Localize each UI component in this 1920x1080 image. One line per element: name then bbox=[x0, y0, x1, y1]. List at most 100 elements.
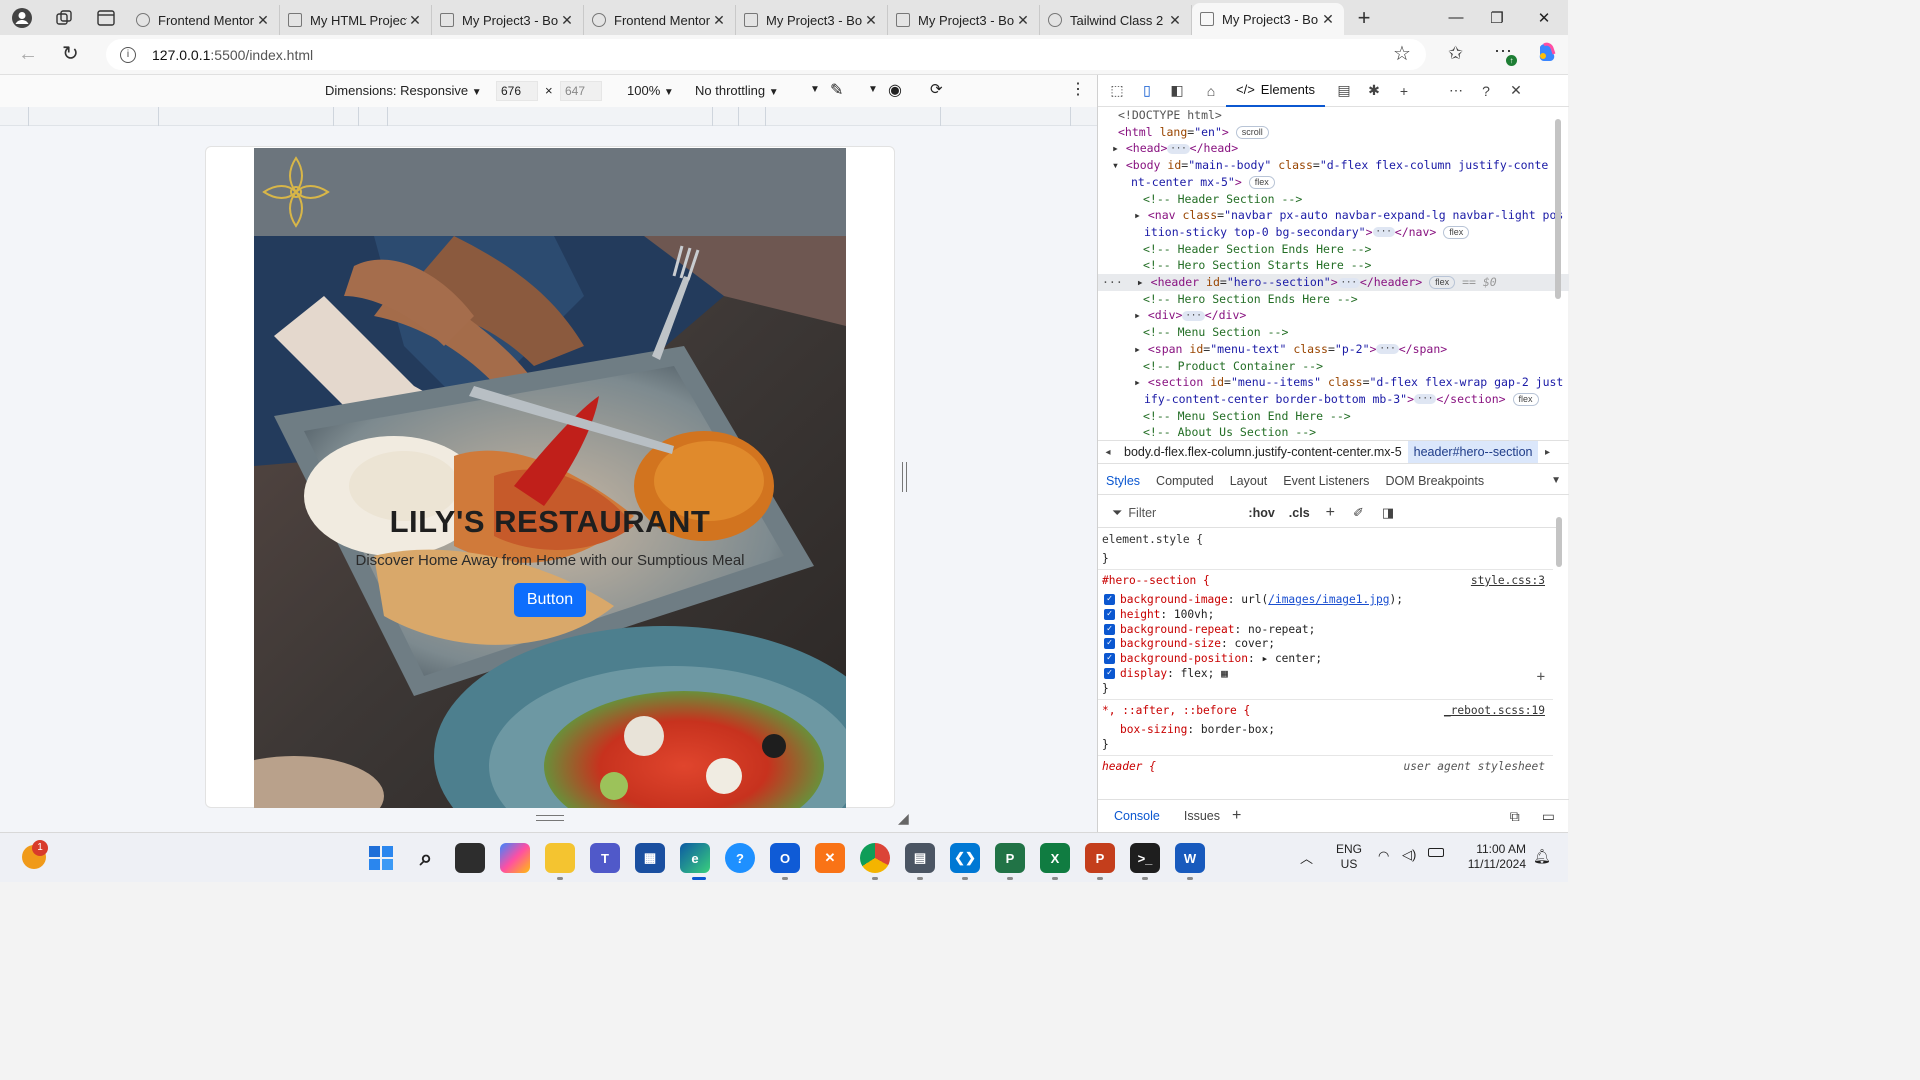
favorites-icon[interactable]: ✩ bbox=[1448, 43, 1463, 64]
close-devtools-icon[interactable]: ✕ bbox=[1501, 75, 1531, 107]
sidebar-toggle-icon[interactable]: ◨ bbox=[1382, 505, 1394, 521]
excel-icon[interactable]: X bbox=[1040, 843, 1070, 873]
powerpoint-icon[interactable]: P bbox=[1085, 843, 1115, 873]
dom-comment[interactable]: <!-- About Us Section --> bbox=[1098, 424, 1569, 439]
styles-scrollbar[interactable] bbox=[1554, 503, 1564, 795]
declaration-checkbox[interactable]: ✓ bbox=[1104, 653, 1115, 665]
workspaces-icon[interactable] bbox=[48, 0, 80, 35]
declaration-checkbox[interactable]: ✓ bbox=[1104, 608, 1115, 620]
breadcrumb-body[interactable]: body.d-flex.flex-column.justify-content-… bbox=[1118, 445, 1408, 459]
declaration[interactable]: ✓ display: flex; ▦ bbox=[1102, 667, 1549, 682]
url-field[interactable]: i 127.0.0.1:5500/index.html bbox=[106, 39, 1426, 70]
favorite-star-icon[interactable]: ☆ bbox=[1393, 41, 1411, 66]
declaration[interactable]: ✓ background-position: ▸ center; bbox=[1102, 652, 1549, 667]
add-declaration-icon[interactable]: + bbox=[1537, 669, 1545, 685]
profile-icon[interactable] bbox=[6, 0, 38, 35]
word-icon[interactable]: W bbox=[1175, 843, 1205, 873]
help-icon[interactable]: ? bbox=[1471, 75, 1501, 107]
tab-close-icon[interactable]: ✕ bbox=[255, 12, 271, 29]
resize-handle-right[interactable] bbox=[902, 462, 907, 492]
dom-comment[interactable]: <!-- Header Section Ends Here --> bbox=[1098, 241, 1569, 258]
tab-close-icon[interactable]: ✕ bbox=[863, 12, 879, 29]
xampp-icon[interactable]: ✕ bbox=[815, 843, 845, 873]
subtab-more-icon[interactable]: ▼ bbox=[1543, 475, 1569, 486]
declaration-checkbox[interactable]: ✓ bbox=[1104, 638, 1115, 650]
file-explorer-icon[interactable] bbox=[545, 843, 575, 873]
resize-handle-bottom[interactable] bbox=[536, 815, 564, 821]
site-info-icon[interactable]: i bbox=[120, 46, 136, 63]
subtab-dom-breakpoints[interactable]: DOM Breakpoints bbox=[1377, 474, 1492, 488]
dimensions-dropdown[interactable]: Dimensions: Responsive ▼ bbox=[325, 83, 482, 98]
subtab-layout[interactable]: Layout bbox=[1222, 474, 1276, 488]
throttling-dropdown[interactable]: No throttling ▼ bbox=[695, 83, 779, 98]
declaration-checkbox[interactable]: ✓ bbox=[1104, 623, 1115, 635]
subtab-styles[interactable]: Styles bbox=[1098, 474, 1148, 488]
language-indicator[interactable]: ENG US bbox=[1336, 842, 1362, 872]
tab-close-icon[interactable]: ✕ bbox=[1015, 12, 1031, 29]
tab-close-icon[interactable]: ✕ bbox=[711, 12, 727, 29]
vision-caret-icon[interactable]: ▼ bbox=[868, 84, 878, 95]
flex-badge[interactable]: flex bbox=[1429, 276, 1456, 290]
dock-side-icon[interactable]: ◧ bbox=[1162, 75, 1192, 107]
ellipsis-icon[interactable]: ··· bbox=[1372, 227, 1395, 238]
back-icon[interactable]: ← bbox=[18, 43, 38, 66]
image-url-link[interactable]: /images/image1.jpg bbox=[1268, 593, 1389, 606]
flex-editor-icon[interactable]: ▦ bbox=[1214, 667, 1228, 680]
rule-hero-section[interactable]: #hero--section { style.css:3 ✓ background… bbox=[1098, 570, 1553, 700]
dom-span[interactable]: ▸ <span id="menu-text" class="p-2"> ··· </… bbox=[1098, 341, 1569, 358]
media-query-ruler[interactable] bbox=[0, 107, 1097, 126]
clock[interactable]: 11:00 AM 11/11/2024 bbox=[1460, 842, 1526, 872]
devtools-more-icon[interactable]: ⋯ bbox=[1441, 75, 1471, 107]
new-rule-icon[interactable]: + bbox=[1326, 504, 1335, 522]
declaration-checkbox[interactable]: ✓ bbox=[1104, 594, 1115, 605]
dom-comment[interactable]: <!-- Product Container --> bbox=[1098, 358, 1569, 375]
outlook-icon[interactable]: O bbox=[770, 843, 800, 873]
project-icon[interactable]: P bbox=[995, 843, 1025, 873]
eyedropper-icon[interactable]: ✎ bbox=[830, 80, 843, 100]
flex-badge[interactable]: flex bbox=[1512, 392, 1539, 406]
source-link[interactable]: _reboot.scss:19 bbox=[1444, 704, 1545, 717]
cls-button[interactable]: .cls bbox=[1289, 506, 1310, 520]
crumb-left-icon[interactable]: ◂ bbox=[1098, 447, 1118, 458]
dom-comment[interactable]: <!-- Menu Section End Here --> bbox=[1098, 408, 1569, 425]
ellipsis-icon[interactable]: ··· bbox=[1182, 310, 1205, 321]
device-emulation-icon[interactable]: ▯ bbox=[1132, 75, 1162, 107]
breadcrumb-header[interactable]: header#hero--section bbox=[1407, 441, 1539, 463]
ellipsis-icon[interactable]: ··· bbox=[1376, 344, 1399, 355]
ellipsis-icon[interactable]: ··· bbox=[1167, 143, 1190, 154]
browser-tab[interactable]: My Project3 - Bo ✕ bbox=[432, 5, 584, 35]
tab-close-icon[interactable]: ✕ bbox=[559, 12, 575, 29]
drawer-console-tab[interactable]: Console bbox=[1098, 809, 1172, 823]
dom-body[interactable]: ▾ <body id="main--body" class="d-flex fl… bbox=[1098, 157, 1569, 174]
volume-icon[interactable]: ◁) bbox=[1402, 847, 1416, 863]
row-actions-icon[interactable]: ··· bbox=[1102, 275, 1123, 289]
resize-handle-corner[interactable]: ◢ bbox=[898, 810, 909, 827]
tab-elements[interactable]: </> Elements bbox=[1226, 75, 1325, 107]
width-input[interactable]: 676 bbox=[496, 81, 538, 101]
browser-tab[interactable]: My Project3 - Bo ✕ bbox=[1192, 3, 1344, 35]
hov-button[interactable]: :hov bbox=[1248, 506, 1274, 520]
declaration[interactable]: box-sizing: border-box; bbox=[1102, 723, 1549, 738]
help-app-icon[interactable]: ? bbox=[725, 843, 755, 873]
edge-icon[interactable]: e bbox=[680, 843, 710, 873]
drawer-add-icon[interactable]: + bbox=[1232, 807, 1241, 825]
dom-html[interactable]: <html lang="en"> scroll bbox=[1098, 124, 1569, 141]
rule-element-style[interactable]: element.style { } bbox=[1098, 529, 1553, 570]
start-button-icon[interactable] bbox=[366, 843, 396, 873]
restaurant-logo[interactable] bbox=[262, 156, 330, 228]
close-window-icon[interactable]: ✕ bbox=[1520, 0, 1568, 35]
drawer-issues-tab[interactable]: Issues bbox=[1172, 809, 1232, 823]
vscode-icon[interactable]: ❮❯ bbox=[950, 843, 980, 873]
dom-comment[interactable]: <!-- Hero Section Ends Here --> bbox=[1098, 291, 1569, 308]
hero-button[interactable]: Button bbox=[513, 583, 587, 617]
scroll-badge[interactable]: scroll bbox=[1235, 125, 1269, 139]
restore-icon[interactable]: ❐ bbox=[1473, 0, 1521, 35]
copilot-icon[interactable] bbox=[1536, 41, 1558, 63]
rule-header[interactable]: header { user agent stylesheet bbox=[1098, 756, 1553, 777]
wifi-icon[interactable]: ◠ bbox=[1378, 848, 1389, 864]
dom-section[interactable]: ▸ <section id="menu--items" class="d-fle… bbox=[1098, 374, 1569, 391]
task-view-icon[interactable] bbox=[455, 843, 485, 873]
tab-actions-icon[interactable] bbox=[90, 0, 122, 35]
notification-bell-icon[interactable]: 🔔︎ bbox=[1533, 848, 1551, 865]
battery-icon[interactable] bbox=[1428, 848, 1444, 857]
